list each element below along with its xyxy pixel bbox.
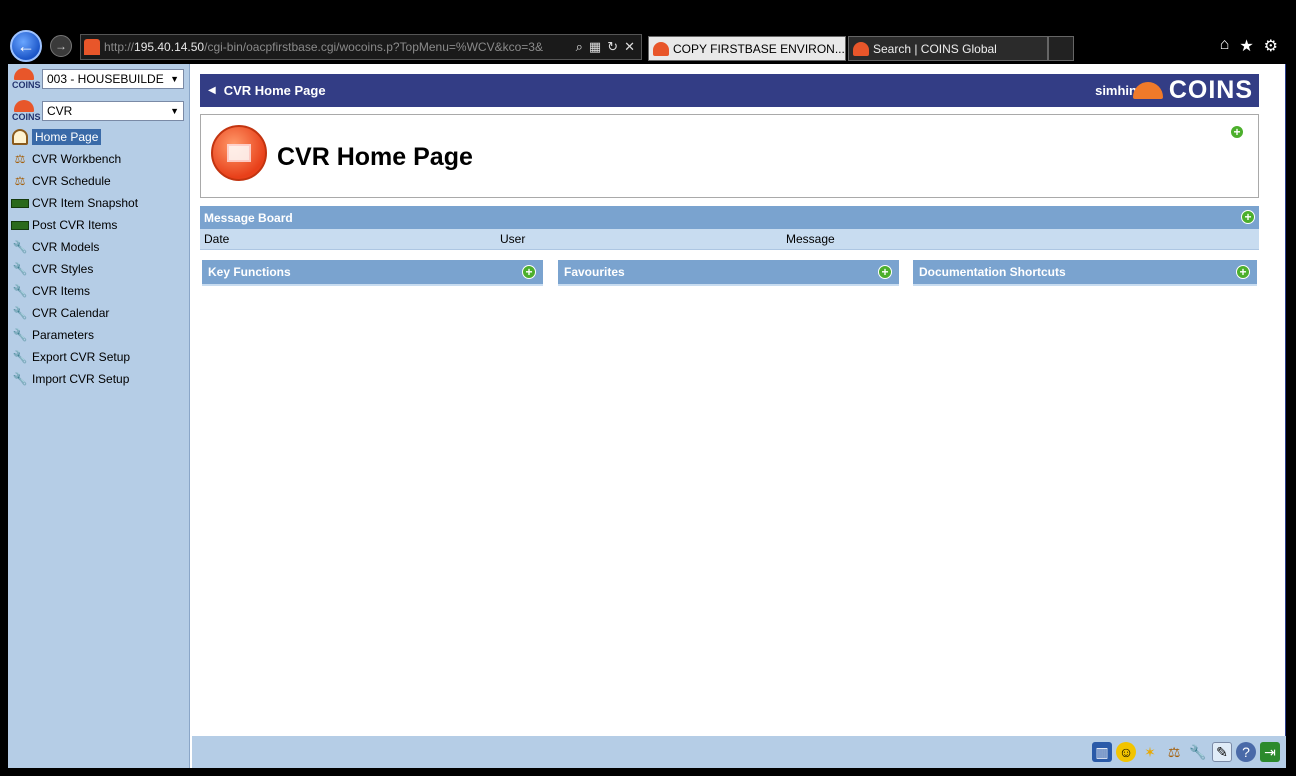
browser-chrome: ← → http://195.40.14.50/cgi-bin/oacpfirs… — [0, 0, 1296, 64]
status-bar: ▥ ☺ ✶ ⚖ 🔧 ✎ ? ⇥ — [192, 736, 1286, 768]
add-key-function-icon[interactable]: + — [522, 265, 536, 279]
chevron-down-icon: ▼ — [170, 74, 179, 84]
window-edge — [1286, 64, 1296, 776]
wrench-icon: 🔧 — [12, 262, 28, 276]
sidebar: COINS 003 - HOUSEBUILDE ▼ COINS CVR ▼ Ho… — [8, 64, 190, 768]
scales-icon[interactable]: ⚖ — [1164, 742, 1184, 762]
add-widget-icon[interactable]: + — [1230, 125, 1244, 139]
scales-icon: ⚖ — [14, 152, 26, 166]
books-icon[interactable]: ▥ — [1092, 742, 1112, 762]
panel-key-functions: Key Functions + — [202, 260, 543, 286]
hard-hat-icon — [1132, 81, 1163, 99]
sidebar-item-cvr-calendar[interactable]: 🔧 CVR Calendar — [10, 302, 138, 324]
coins-brand-logo: COINS — [1132, 76, 1253, 104]
favorites-star-icon[interactable]: ★ — [1239, 36, 1253, 56]
exit-door-icon[interactable]: ⇥ — [1260, 742, 1280, 762]
company-select[interactable]: 003 - HOUSEBUILDE ▼ — [42, 69, 184, 89]
title-bar: ◀ CVR Home Page simhin COINS — [200, 74, 1259, 107]
scales-icon: ⚖ — [14, 174, 26, 188]
help-icon[interactable]: ? — [1236, 742, 1256, 762]
tab-copy-firstbase[interactable]: COPY FIRSTBASE ENVIRON... ✕ — [648, 36, 846, 61]
wrench-icon: 🔧 — [12, 284, 28, 298]
message-board-title: Message Board — [204, 210, 293, 225]
url-text[interactable]: http://195.40.14.50/cgi-bin/oacpfirstbas… — [104, 40, 570, 54]
main-content: ◀ CVR Home Page simhin COINS CVR Home Pa… — [192, 64, 1286, 768]
panel-title: Documentation Shortcuts — [919, 265, 1066, 279]
new-tab-button[interactable] — [1048, 36, 1074, 61]
column-message[interactable]: Message — [786, 232, 835, 246]
panel-title: Favourites — [564, 265, 625, 279]
sidebar-item-cvr-item-snapshot[interactable]: CVR Item Snapshot — [10, 192, 138, 214]
coins-logo-icon: COINS — [10, 68, 42, 90]
address-bar[interactable]: http://195.40.14.50/cgi-bin/oacpfirstbas… — [80, 34, 642, 60]
add-message-icon[interactable]: + — [1241, 210, 1255, 224]
tab-search-coins[interactable]: Search | COINS Global — [848, 36, 1048, 61]
forward-icon[interactable]: → — [50, 35, 72, 57]
home-icon[interactable]: ⌂ — [1220, 36, 1230, 56]
cvr-magnifier-icon — [211, 125, 267, 181]
coins-logo-icon: COINS — [10, 100, 42, 122]
refresh-icon[interactable]: ↻ — [607, 39, 618, 55]
message-board-columns: Date User Message — [200, 229, 1259, 250]
star-icon[interactable]: ✶ — [1140, 742, 1160, 762]
smiley-icon[interactable]: ☺ — [1116, 742, 1136, 762]
chevron-down-icon: ▼ — [170, 106, 179, 116]
wrench-icon[interactable]: 🔧 — [1188, 742, 1208, 762]
sidebar-menu: Home Page ⚖ CVR Workbench ⚖ CVR Schedule… — [10, 126, 138, 390]
window-edge — [0, 768, 1296, 776]
page: COINS 003 - HOUSEBUILDE ▼ COINS CVR ▼ Ho… — [8, 64, 1286, 768]
column-date[interactable]: Date — [204, 232, 229, 246]
panel-documentation-shortcuts: Documentation Shortcuts + — [913, 260, 1257, 286]
tape-measure-icon — [10, 217, 30, 233]
sidebar-item-post-cvr-items[interactable]: Post CVR Items — [10, 214, 138, 236]
coins-favicon-icon — [84, 39, 100, 55]
page-title: CVR Home Page — [277, 143, 473, 171]
sidebar-item-cvr-schedule[interactable]: ⚖ CVR Schedule — [10, 170, 138, 192]
collapse-menu-icon[interactable]: ◀ — [208, 85, 216, 96]
wrench-icon: 🔧 — [12, 328, 28, 342]
panel-favourites: Favourites + — [558, 260, 899, 286]
sidebar-item-parameters[interactable]: 🔧 Parameters — [10, 324, 138, 346]
coins-favicon-icon — [853, 41, 869, 56]
sidebar-item-home-page[interactable]: Home Page — [10, 126, 138, 148]
wrench-icon: 🔧 — [12, 372, 28, 386]
tape-measure-icon — [10, 195, 30, 211]
current-user: simhin — [1095, 83, 1137, 98]
notes-icon[interactable]: ✎ — [1212, 742, 1232, 762]
company-select-row: COINS 003 - HOUSEBUILDE ▼ — [10, 68, 184, 90]
module-select[interactable]: CVR ▼ — [42, 101, 184, 121]
module-select-row: COINS CVR ▼ — [10, 100, 184, 122]
message-board-header: Message Board + — [200, 206, 1259, 229]
tab-label: COPY FIRSTBASE ENVIRON... — [673, 41, 845, 56]
sidebar-item-cvr-styles[interactable]: 🔧 CVR Styles — [10, 258, 138, 280]
wrench-icon: 🔧 — [12, 350, 28, 364]
sidebar-item-cvr-workbench[interactable]: ⚖ CVR Workbench — [10, 148, 138, 170]
wrench-icon: 🔧 — [12, 306, 28, 320]
sidebar-item-import-cvr-setup[interactable]: 🔧 Import CVR Setup — [10, 368, 138, 390]
back-icon[interactable]: ← — [10, 30, 42, 62]
add-favourite-icon[interactable]: + — [878, 265, 892, 279]
compat-view-icon[interactable]: ▦ — [589, 39, 601, 55]
house-icon — [10, 129, 30, 145]
tab-label: Search | COINS Global — [873, 41, 997, 56]
message-board: Message Board + Date User Message — [200, 206, 1259, 250]
add-doc-shortcut-icon[interactable]: + — [1236, 265, 1250, 279]
settings-gear-icon[interactable]: ⚙ — [1264, 36, 1278, 56]
panel-title: Key Functions — [208, 265, 291, 279]
sidebar-item-export-cvr-setup[interactable]: 🔧 Export CVR Setup — [10, 346, 138, 368]
coins-favicon-icon — [653, 41, 669, 56]
wrench-icon: 🔧 — [12, 240, 28, 254]
stop-icon[interactable]: ✕ — [624, 39, 635, 55]
column-user[interactable]: User — [500, 232, 525, 246]
sidebar-item-cvr-models[interactable]: 🔧 CVR Models — [10, 236, 138, 258]
title-bar-text: CVR Home Page — [223, 83, 326, 98]
page-header-card: CVR Home Page + — [200, 114, 1259, 198]
search-icon[interactable]: ⌕ — [576, 39, 583, 55]
sidebar-item-cvr-items[interactable]: 🔧 CVR Items — [10, 280, 138, 302]
